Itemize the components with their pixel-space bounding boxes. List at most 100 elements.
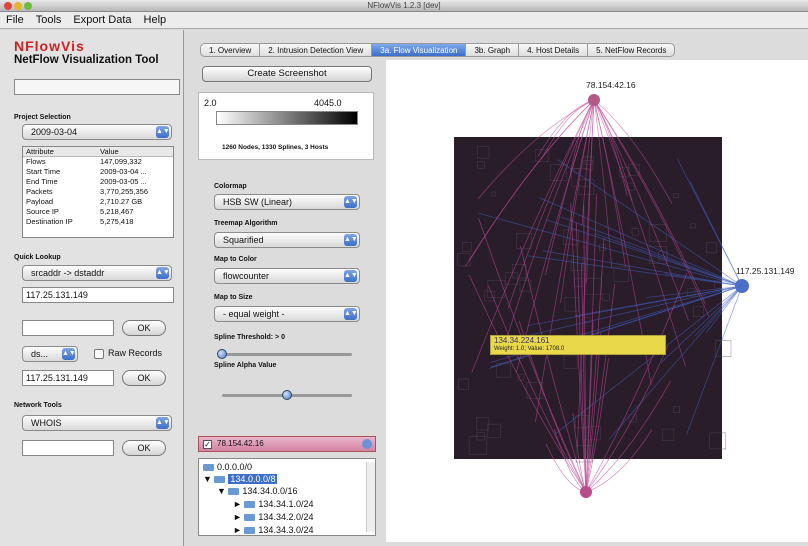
tree-item[interactable]: ► 134.34.3.0/24 — [233, 525, 313, 535]
colormap-select[interactable]: HSB SW (Linear) ▲▼ — [214, 194, 360, 210]
table-row: Payload 2,710.27 GB — [23, 197, 173, 207]
network-tool-value: WHOIS — [31, 418, 62, 428]
window-title: NFlowVis 1.2.3 [dev] — [367, 1, 441, 10]
attr-name: Destination IP — [26, 217, 73, 226]
network-tool-select[interactable]: WHOIS ▲▼ — [22, 415, 172, 431]
triangle-down-icon: ▼ — [217, 486, 229, 496]
host-checkbox[interactable]: ✓ — [203, 440, 212, 449]
chevron-updown-icon: ▲▼ — [344, 308, 358, 320]
tree-item[interactable]: ► 134.34.1.0/24 — [233, 499, 313, 510]
network-tool-ok-button[interactable]: OK — [122, 440, 166, 456]
menu-file[interactable]: File — [6, 14, 24, 26]
tab-netflow-records[interactable]: 5. NetFlow Records — [588, 43, 676, 57]
map-color-select[interactable]: flowcounter ▲▼ — [214, 268, 360, 284]
table-row: End Time 2009-03-05 ... — [23, 177, 173, 187]
treemap-algorithm-label: Treemap Algorithm — [214, 220, 278, 227]
attr-name: Packets — [26, 187, 53, 196]
map-size-select[interactable]: - equal weight - ▲▼ — [214, 306, 360, 322]
records-ok-button[interactable]: OK — [122, 370, 166, 386]
lookup-secondary-input[interactable] — [22, 320, 114, 336]
chevron-updown-icon: ▲▼ — [156, 126, 170, 138]
host-node-top — [588, 94, 600, 106]
spline-threshold-knob[interactable] — [217, 349, 227, 359]
project-selection-label: Project Selection — [14, 114, 71, 121]
raw-records-label: Raw Records — [108, 348, 163, 358]
attr-value: 2,710.27 GB — [100, 197, 143, 206]
chevron-updown-icon: ▲▼ — [344, 196, 358, 208]
attr-value: 2009-03-05 ... — [100, 177, 147, 186]
title-bar: NFlowVis 1.2.3 [dev] — [0, 0, 808, 12]
table-row: Destination IP 5,275,418 — [23, 217, 173, 227]
lookup-mode-select[interactable]: srcaddr -> dstaddr ▲▼ — [22, 265, 172, 281]
attr-name: Source IP — [26, 207, 59, 216]
triangle-right-icon: ► — [233, 512, 245, 522]
tab-graph[interactable]: 3b. Graph — [466, 43, 520, 57]
chevron-updown-icon: ▲▼ — [156, 417, 170, 429]
host-node-right — [735, 279, 749, 293]
lookup-ip-input[interactable]: 117.25.131.149 — [22, 287, 174, 303]
tab-host-details[interactable]: 4. Host Details — [519, 43, 589, 57]
attr-name: Flows — [26, 157, 46, 167]
create-screenshot-button[interactable]: Create Screenshot — [202, 66, 372, 82]
menu-bar: File Tools Export Data Help — [0, 12, 808, 29]
lookup-mode-value: srcaddr -> dstaddr — [31, 268, 105, 278]
chevron-updown-icon: ▲▼ — [344, 270, 358, 282]
tree-item[interactable]: 0.0.0.0/0 — [203, 462, 252, 473]
app-window: NFlowVis 1.2.3 [dev] File Tools Export D… — [0, 0, 808, 546]
menu-help[interactable]: Help — [144, 14, 167, 26]
attr-value: 2009-03-04 ... — [100, 167, 147, 176]
tab-intrusion-detection[interactable]: 2. Intrusion Detection View — [260, 43, 373, 57]
map-color-value: flowcounter — [223, 271, 270, 281]
tree-item-label: 134.0.0.0/8 — [228, 474, 278, 484]
tree-item-label: 134.34.0.0/16 — [242, 486, 298, 496]
flow-graph[interactable] — [386, 60, 808, 542]
menu-tools[interactable]: Tools — [36, 14, 62, 26]
attr-value: 147,099,332 — [100, 157, 142, 167]
attr-value: 5,275,418 — [100, 217, 134, 226]
table-row: Flows 147,099,332 — [23, 157, 173, 167]
project-date-select[interactable]: 2009-03-04 ▲▼ — [22, 124, 172, 140]
tooltip-detail: Weight: 1.0; Value: 1708.0 — [494, 346, 565, 352]
value-header: Value — [97, 147, 173, 157]
table-row: Source IP 5,218,467 — [23, 207, 173, 217]
lookup-ok-button[interactable]: OK — [122, 320, 166, 336]
attr-name: End Time — [26, 177, 58, 186]
host-color-dot — [362, 439, 372, 449]
tree-scrollbar[interactable] — [366, 462, 375, 532]
colormap-label: Colormap — [214, 183, 247, 190]
treemap-algorithm-select[interactable]: Squarified ▲▼ — [214, 232, 360, 248]
tab-overview[interactable]: 1. Overview — [200, 43, 261, 57]
triangle-right-icon: ► — [233, 499, 245, 509]
flow-visualization-canvas[interactable] — [386, 60, 808, 542]
network-tool-input[interactable] — [22, 440, 114, 456]
tree-item[interactable]: ▼ 134.0.0.0/8 — [203, 474, 278, 485]
triangle-down-icon: ▼ — [203, 474, 215, 484]
folder-icon — [244, 527, 256, 535]
tree-item-label: 0.0.0.0/0 — [217, 462, 253, 472]
legend-max: 4045.0 — [314, 98, 342, 108]
lookup-record-input[interactable]: 117.25.131.149 — [22, 370, 114, 386]
lookup-direction-select[interactable]: ds... ▲▼ — [22, 346, 78, 362]
host-label-right: 117.25.131.149 — [736, 266, 795, 276]
attribute-table: Attribute Value Flows 147,099,332 Start T… — [22, 146, 174, 238]
tree-item[interactable]: ► 134.34.2.0/24 — [233, 512, 313, 523]
view-tabs: 1. Overview 2. Intrusion Detection View … — [200, 43, 806, 57]
selected-host-row[interactable]: ✓ 78.154.42.16 — [198, 436, 376, 452]
spline-alpha-knob[interactable] — [282, 390, 292, 400]
attr-name: Start Time — [26, 167, 61, 176]
folder-icon — [244, 514, 256, 522]
app-logo: NFlowVis — [14, 38, 85, 54]
table-row: Start Time 2009-03-04 ... — [23, 167, 173, 177]
spline-threshold-slider[interactable] — [222, 353, 352, 356]
legend-info: 1260 Nodes, 1330 Splines, 3 Hosts — [222, 144, 329, 151]
map-color-label: Map to Color — [214, 256, 257, 263]
raw-records-checkbox[interactable] — [94, 349, 104, 359]
tree-item[interactable]: ▼ 134.34.0.0/16 — [217, 486, 297, 497]
attr-value: 5,218,467 — [100, 207, 134, 216]
quick-lookup-label: Quick Lookup — [14, 254, 61, 261]
menu-export-data[interactable]: Export Data — [73, 14, 131, 26]
tab-flow-visualization[interactable]: 3a. Flow Visualization — [372, 43, 467, 57]
folder-icon — [214, 476, 226, 484]
chevron-updown-icon: ▲▼ — [62, 348, 76, 360]
app-subtitle: NetFlow Visualization Tool — [14, 54, 159, 66]
